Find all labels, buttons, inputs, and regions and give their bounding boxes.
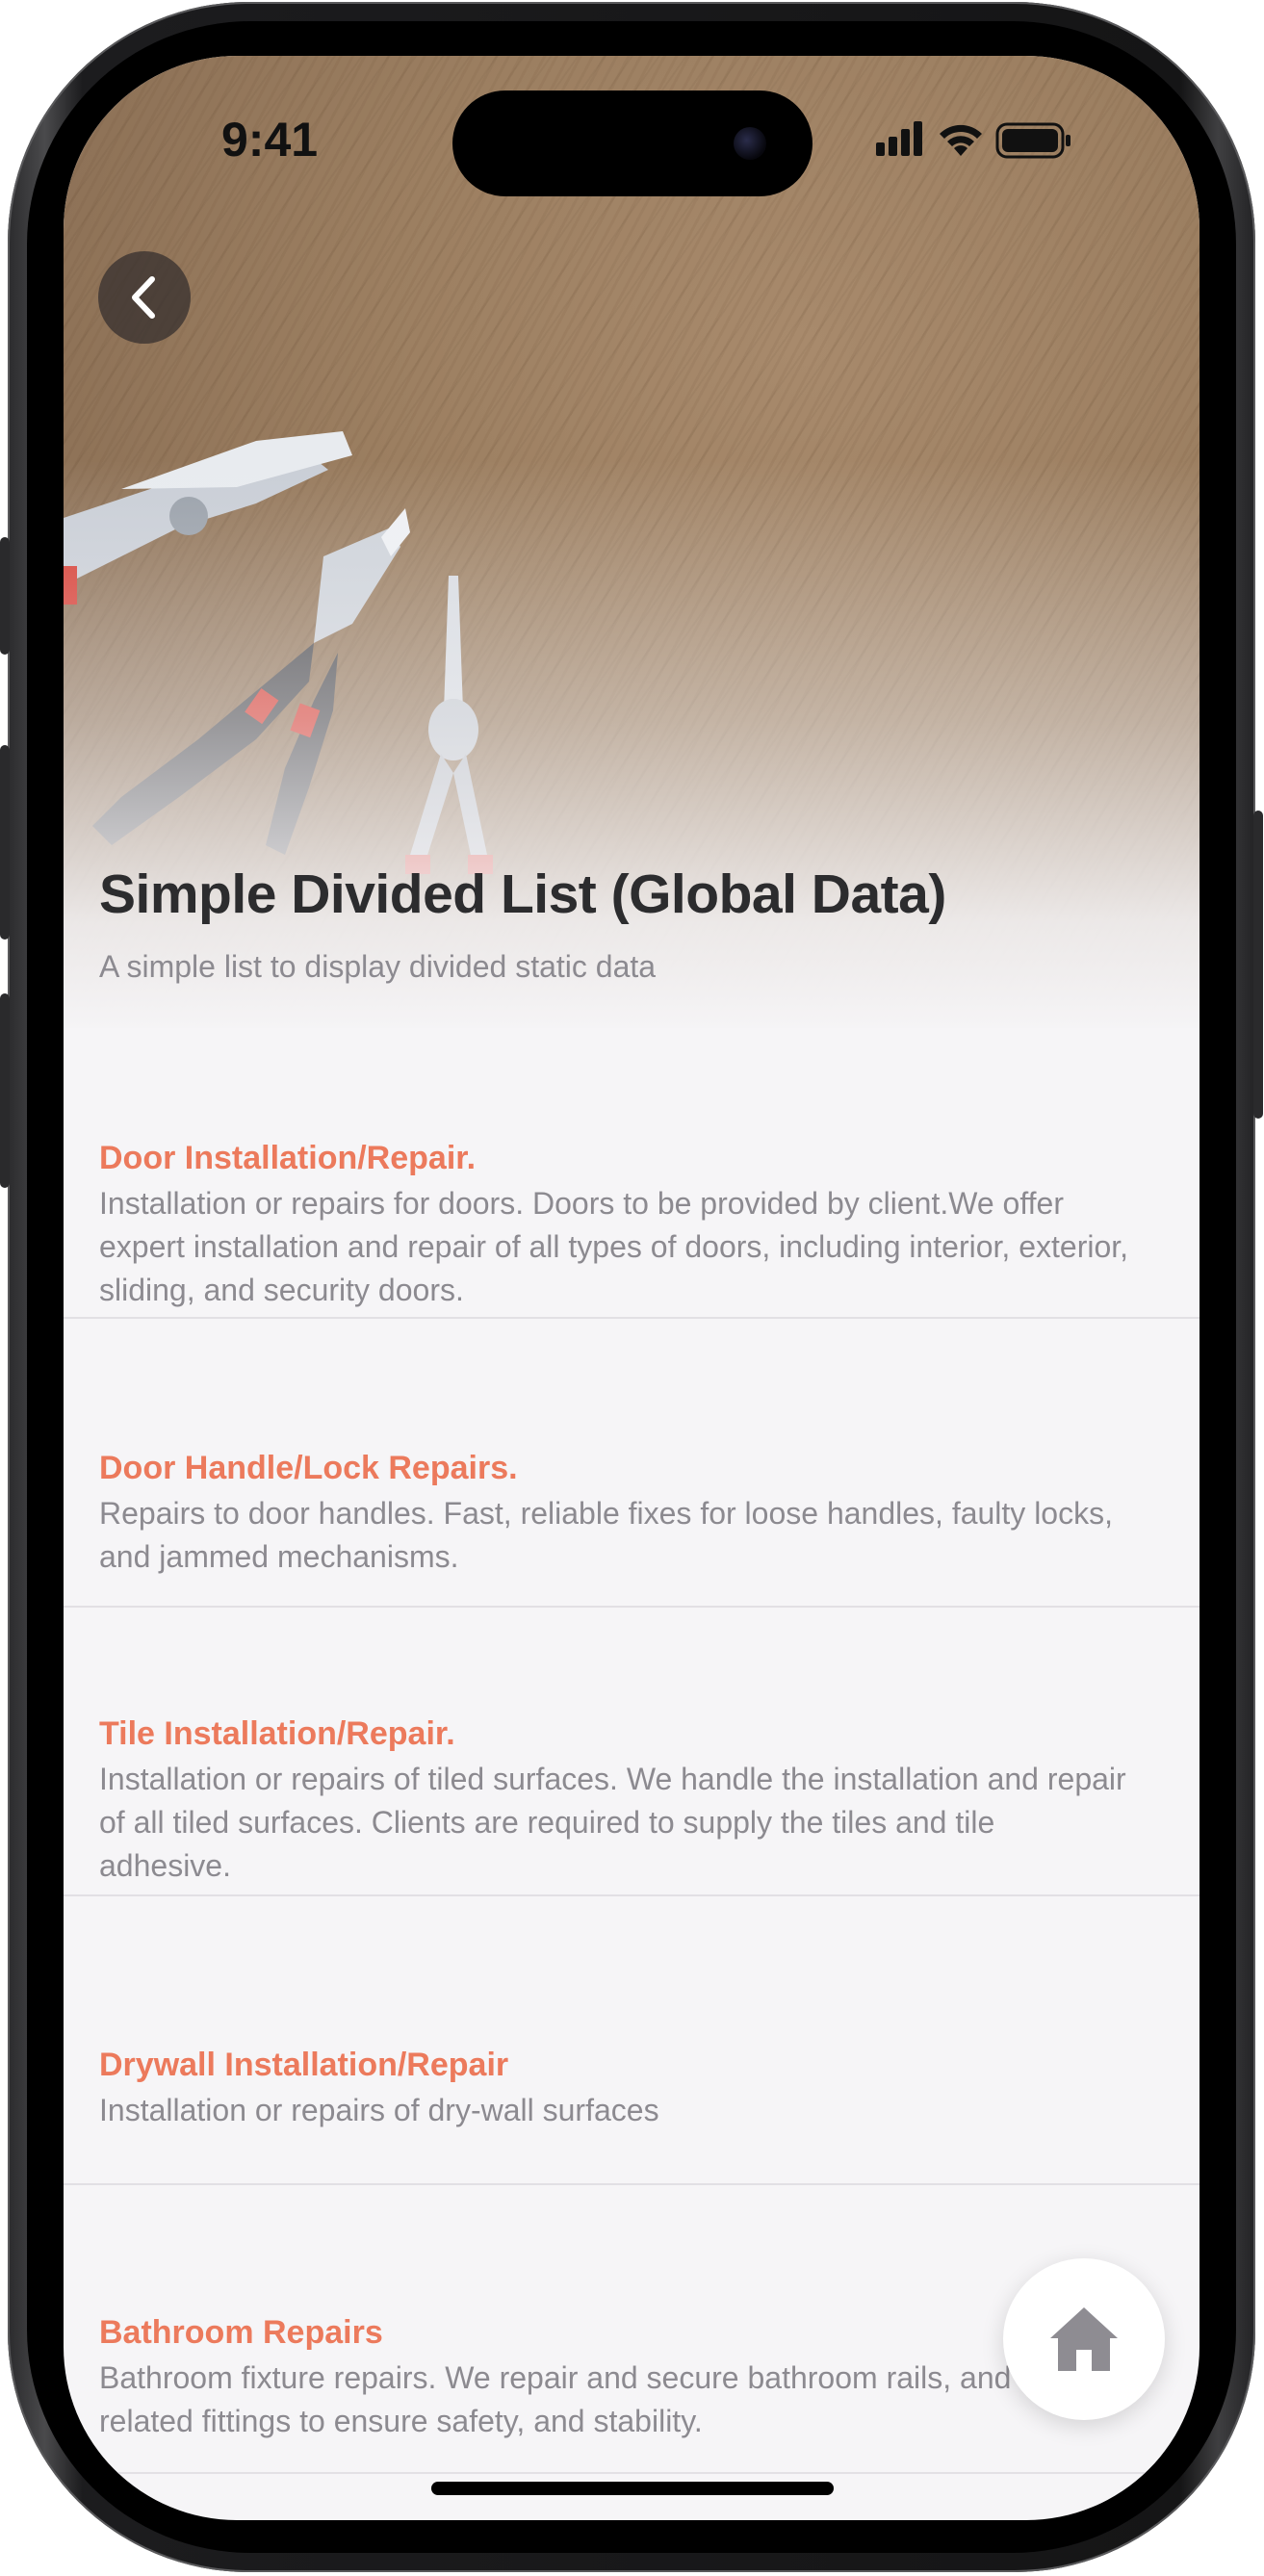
volume-down-button	[0, 993, 10, 1188]
home-button[interactable]	[1003, 2258, 1165, 2420]
page-subtitle: A simple list to display divided static …	[99, 949, 657, 984]
chevron-left-icon	[132, 276, 155, 319]
list-item-title: Door Installation/Repair.	[99, 1140, 477, 1176]
camera-icon	[734, 127, 766, 160]
list-item[interactable]: Door Installation/Repair. Installation o…	[64, 1028, 1200, 1319]
back-button[interactable]	[98, 251, 191, 344]
wifi-icon	[940, 124, 982, 156]
status-time: 9:41	[221, 113, 319, 167]
list-item-description: Repairs to door handles. Fast, reliable …	[99, 1496, 1113, 1574]
list-item-description: Installation or repairs of dry-wall surf…	[99, 2093, 659, 2127]
home-indicator	[431, 2482, 834, 2495]
home-icon	[1050, 2307, 1118, 2371]
action-button	[0, 537, 10, 655]
list-item-description: Bathroom fixture repairs. We repair and …	[99, 2360, 1012, 2438]
list-item-description: Installation or repairs for doors. Doors…	[99, 1186, 1129, 1307]
list-item[interactable]: Door Handle/Lock Repairs. Repairs to doo…	[64, 1319, 1200, 1608]
list-item-title: Tile Installation/Repair.	[99, 1715, 455, 1752]
list-item-title: Drywall Installation/Repair	[99, 2047, 509, 2083]
list-item-title: Bathroom Repairs	[99, 2314, 383, 2351]
list-item-title: Door Handle/Lock Repairs.	[99, 1450, 518, 1486]
volume-up-button	[0, 745, 10, 940]
list-item-description: Installation or repairs of tiled surface…	[99, 1762, 1126, 1883]
app-screen: 9:41 Simple Divided List (Global Data) A…	[64, 56, 1200, 2520]
list-item[interactable]: Tile Installation/Repair. Installation o…	[64, 1608, 1200, 1896]
battery-icon	[995, 122, 1071, 159]
dynamic-island	[452, 90, 813, 196]
list-item[interactable]: Drywall Installation/Repair Installation…	[64, 1896, 1200, 2185]
power-button	[1253, 811, 1263, 1119]
page-title: Simple Divided List (Global Data)	[99, 863, 946, 925]
